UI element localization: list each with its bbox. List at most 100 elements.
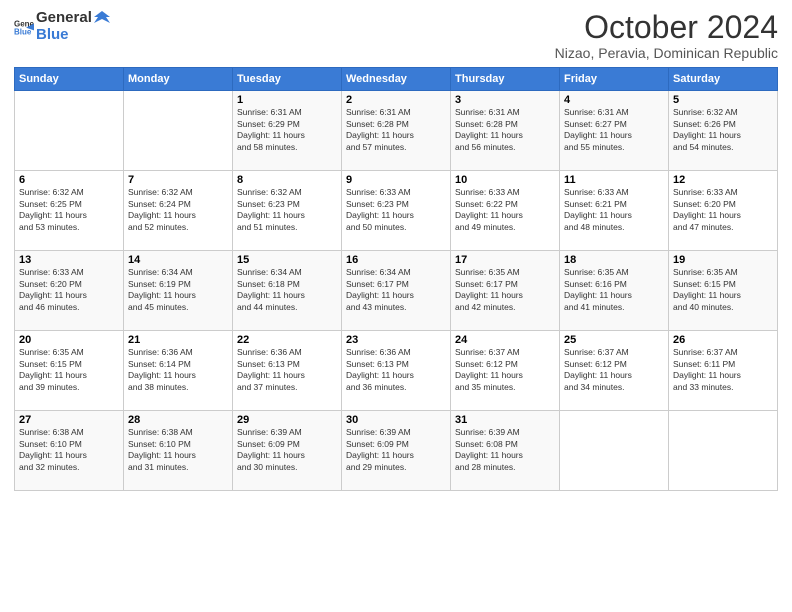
day-cell: 20Sunrise: 6:35 AM Sunset: 6:15 PM Dayli… (15, 331, 124, 411)
logo-icon: General Blue (14, 17, 34, 37)
header-cell-wednesday: Wednesday (342, 68, 451, 91)
day-number: 2 (346, 94, 446, 106)
day-cell: 21Sunrise: 6:36 AM Sunset: 6:14 PM Dayli… (124, 331, 233, 411)
header-cell-thursday: Thursday (451, 68, 560, 91)
day-number: 16 (346, 254, 446, 266)
page: General Blue General Blue October 2024 N… (0, 0, 792, 612)
day-info: Sunrise: 6:31 AM Sunset: 6:27 PM Dayligh… (564, 107, 664, 153)
day-number: 11 (564, 174, 664, 186)
day-info: Sunrise: 6:39 AM Sunset: 6:08 PM Dayligh… (455, 427, 555, 473)
header-cell-monday: Monday (124, 68, 233, 91)
header-cell-sunday: Sunday (15, 68, 124, 91)
day-number: 7 (128, 174, 228, 186)
day-cell: 23Sunrise: 6:36 AM Sunset: 6:13 PM Dayli… (342, 331, 451, 411)
day-cell (669, 411, 778, 491)
day-cell (15, 91, 124, 171)
day-number: 12 (673, 174, 773, 186)
day-info: Sunrise: 6:34 AM Sunset: 6:17 PM Dayligh… (346, 267, 446, 313)
day-number: 8 (237, 174, 337, 186)
day-info: Sunrise: 6:35 AM Sunset: 6:15 PM Dayligh… (19, 347, 119, 393)
day-info: Sunrise: 6:35 AM Sunset: 6:17 PM Dayligh… (455, 267, 555, 313)
logo-general-text: General (36, 10, 92, 27)
day-info: Sunrise: 6:34 AM Sunset: 6:18 PM Dayligh… (237, 267, 337, 313)
day-cell (124, 91, 233, 171)
week-row-3: 20Sunrise: 6:35 AM Sunset: 6:15 PM Dayli… (15, 331, 778, 411)
day-info: Sunrise: 6:34 AM Sunset: 6:19 PM Dayligh… (128, 267, 228, 313)
day-number: 18 (564, 254, 664, 266)
day-number: 31 (455, 414, 555, 426)
header-row: SundayMondayTuesdayWednesdayThursdayFrid… (15, 68, 778, 91)
day-cell: 31Sunrise: 6:39 AM Sunset: 6:08 PM Dayli… (451, 411, 560, 491)
day-cell: 2Sunrise: 6:31 AM Sunset: 6:28 PM Daylig… (342, 91, 451, 171)
day-number: 13 (19, 254, 119, 266)
calendar-body: 1Sunrise: 6:31 AM Sunset: 6:29 PM Daylig… (15, 91, 778, 491)
day-number: 3 (455, 94, 555, 106)
day-cell: 13Sunrise: 6:33 AM Sunset: 6:20 PM Dayli… (15, 251, 124, 331)
day-number: 30 (346, 414, 446, 426)
day-number: 28 (128, 414, 228, 426)
day-cell: 24Sunrise: 6:37 AM Sunset: 6:12 PM Dayli… (451, 331, 560, 411)
day-number: 14 (128, 254, 228, 266)
header-cell-friday: Friday (560, 68, 669, 91)
calendar-table: SundayMondayTuesdayWednesdayThursdayFrid… (14, 67, 778, 491)
main-title: October 2024 (555, 10, 778, 45)
day-info: Sunrise: 6:35 AM Sunset: 6:15 PM Dayligh… (673, 267, 773, 313)
title-block: October 2024 Nizao, Peravia, Dominican R… (555, 10, 778, 61)
day-info: Sunrise: 6:37 AM Sunset: 6:11 PM Dayligh… (673, 347, 773, 393)
logo-bird-icon (94, 11, 110, 25)
day-info: Sunrise: 6:33 AM Sunset: 6:20 PM Dayligh… (19, 267, 119, 313)
subtitle: Nizao, Peravia, Dominican Republic (555, 45, 778, 61)
day-info: Sunrise: 6:38 AM Sunset: 6:10 PM Dayligh… (128, 427, 228, 473)
day-info: Sunrise: 6:35 AM Sunset: 6:16 PM Dayligh… (564, 267, 664, 313)
day-number: 21 (128, 334, 228, 346)
day-info: Sunrise: 6:36 AM Sunset: 6:13 PM Dayligh… (237, 347, 337, 393)
day-cell: 16Sunrise: 6:34 AM Sunset: 6:17 PM Dayli… (342, 251, 451, 331)
day-number: 17 (455, 254, 555, 266)
header-cell-tuesday: Tuesday (233, 68, 342, 91)
day-cell: 6Sunrise: 6:32 AM Sunset: 6:25 PM Daylig… (15, 171, 124, 251)
day-info: Sunrise: 6:33 AM Sunset: 6:21 PM Dayligh… (564, 187, 664, 233)
day-number: 20 (19, 334, 119, 346)
logo-blue-text: Blue (36, 27, 110, 44)
day-cell: 5Sunrise: 6:32 AM Sunset: 6:26 PM Daylig… (669, 91, 778, 171)
day-info: Sunrise: 6:36 AM Sunset: 6:14 PM Dayligh… (128, 347, 228, 393)
day-cell (560, 411, 669, 491)
day-cell: 3Sunrise: 6:31 AM Sunset: 6:28 PM Daylig… (451, 91, 560, 171)
day-cell: 28Sunrise: 6:38 AM Sunset: 6:10 PM Dayli… (124, 411, 233, 491)
svg-text:Blue: Blue (14, 27, 32, 36)
day-info: Sunrise: 6:32 AM Sunset: 6:23 PM Dayligh… (237, 187, 337, 233)
week-row-2: 13Sunrise: 6:33 AM Sunset: 6:20 PM Dayli… (15, 251, 778, 331)
day-info: Sunrise: 6:37 AM Sunset: 6:12 PM Dayligh… (455, 347, 555, 393)
day-number: 27 (19, 414, 119, 426)
day-info: Sunrise: 6:33 AM Sunset: 6:22 PM Dayligh… (455, 187, 555, 233)
day-cell: 26Sunrise: 6:37 AM Sunset: 6:11 PM Dayli… (669, 331, 778, 411)
day-cell: 27Sunrise: 6:38 AM Sunset: 6:10 PM Dayli… (15, 411, 124, 491)
day-cell: 29Sunrise: 6:39 AM Sunset: 6:09 PM Dayli… (233, 411, 342, 491)
day-info: Sunrise: 6:39 AM Sunset: 6:09 PM Dayligh… (237, 427, 337, 473)
day-cell: 4Sunrise: 6:31 AM Sunset: 6:27 PM Daylig… (560, 91, 669, 171)
day-number: 1 (237, 94, 337, 106)
day-info: Sunrise: 6:31 AM Sunset: 6:29 PM Dayligh… (237, 107, 337, 153)
day-number: 15 (237, 254, 337, 266)
day-info: Sunrise: 6:33 AM Sunset: 6:20 PM Dayligh… (673, 187, 773, 233)
day-cell: 7Sunrise: 6:32 AM Sunset: 6:24 PM Daylig… (124, 171, 233, 251)
day-number: 25 (564, 334, 664, 346)
day-info: Sunrise: 6:31 AM Sunset: 6:28 PM Dayligh… (455, 107, 555, 153)
day-cell: 12Sunrise: 6:33 AM Sunset: 6:20 PM Dayli… (669, 171, 778, 251)
day-info: Sunrise: 6:39 AM Sunset: 6:09 PM Dayligh… (346, 427, 446, 473)
day-cell: 17Sunrise: 6:35 AM Sunset: 6:17 PM Dayli… (451, 251, 560, 331)
logo: General Blue General Blue (14, 10, 110, 43)
day-info: Sunrise: 6:32 AM Sunset: 6:24 PM Dayligh… (128, 187, 228, 233)
day-number: 26 (673, 334, 773, 346)
week-row-4: 27Sunrise: 6:38 AM Sunset: 6:10 PM Dayli… (15, 411, 778, 491)
header-cell-saturday: Saturday (669, 68, 778, 91)
day-cell: 30Sunrise: 6:39 AM Sunset: 6:09 PM Dayli… (342, 411, 451, 491)
day-info: Sunrise: 6:32 AM Sunset: 6:26 PM Dayligh… (673, 107, 773, 153)
day-number: 23 (346, 334, 446, 346)
day-number: 10 (455, 174, 555, 186)
day-number: 19 (673, 254, 773, 266)
day-info: Sunrise: 6:38 AM Sunset: 6:10 PM Dayligh… (19, 427, 119, 473)
day-cell: 14Sunrise: 6:34 AM Sunset: 6:19 PM Dayli… (124, 251, 233, 331)
day-info: Sunrise: 6:37 AM Sunset: 6:12 PM Dayligh… (564, 347, 664, 393)
day-cell: 19Sunrise: 6:35 AM Sunset: 6:15 PM Dayli… (669, 251, 778, 331)
